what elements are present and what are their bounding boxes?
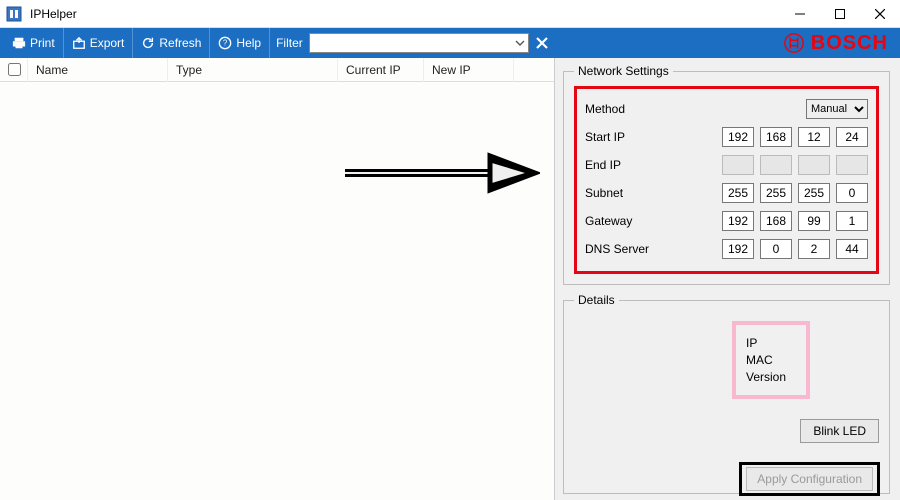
end-ip-oct1: [760, 155, 792, 175]
subnet-oct2[interactable]: [798, 183, 830, 203]
table-header: Name Type Current IP New IP: [0, 58, 554, 82]
method-label: Method: [585, 102, 705, 116]
dns-row: DNS Server: [585, 235, 868, 263]
app-icon: [4, 4, 24, 24]
start-ip-label: Start IP: [585, 130, 705, 144]
close-button[interactable]: [860, 0, 900, 28]
method-row: Method Manual: [585, 95, 868, 123]
svg-text:?: ?: [223, 39, 228, 48]
help-label: Help: [236, 36, 261, 50]
start-ip-oct1[interactable]: [760, 127, 792, 147]
end-ip-oct2: [798, 155, 830, 175]
col-new-ip[interactable]: New IP: [424, 58, 514, 82]
apply-highlight-box: Apply Configuration: [739, 462, 880, 496]
end-ip-label: End IP: [585, 158, 705, 172]
dns-oct1[interactable]: [760, 239, 792, 259]
subnet-oct3[interactable]: [836, 183, 868, 203]
close-icon: [535, 36, 549, 50]
window-title: IPHelper: [30, 7, 77, 21]
export-button[interactable]: Export: [64, 28, 134, 58]
select-all-checkbox[interactable]: [8, 63, 21, 76]
brand: BOSCH: [783, 32, 896, 55]
export-label: Export: [90, 36, 125, 50]
start-ip-oct3[interactable]: [836, 127, 868, 147]
print-icon: [12, 36, 26, 50]
print-label: Print: [30, 36, 55, 50]
end-ip-row: End IP: [585, 151, 868, 179]
gateway-oct2[interactable]: [798, 211, 830, 231]
refresh-icon: [141, 36, 155, 50]
filter-label: Filter: [276, 36, 303, 50]
subnet-label: Subnet: [585, 186, 705, 200]
dns-oct0[interactable]: [722, 239, 754, 259]
gateway-label: Gateway: [585, 214, 705, 228]
refresh-button[interactable]: Refresh: [133, 28, 210, 58]
gateway-oct0[interactable]: [722, 211, 754, 231]
network-highlight-box: Method Manual Start IP: [574, 86, 879, 274]
refresh-label: Refresh: [159, 36, 201, 50]
method-select[interactable]: Manual: [806, 99, 868, 119]
maximize-button[interactable]: [820, 0, 860, 28]
blink-led-button[interactable]: Blink LED: [800, 419, 879, 443]
apply-configuration-button[interactable]: Apply Configuration: [746, 467, 873, 491]
minimize-button[interactable]: [780, 0, 820, 28]
col-name[interactable]: Name: [28, 58, 168, 82]
help-icon: ?: [218, 36, 232, 50]
bosch-logo-icon: [783, 32, 805, 54]
details-version-label: Version: [746, 370, 796, 384]
toolbar: Print Export Refresh ? Help Filter BOSCH: [0, 28, 900, 58]
start-ip-oct0[interactable]: [722, 127, 754, 147]
start-ip-row: Start IP: [585, 123, 868, 151]
export-icon: [72, 36, 86, 50]
subnet-oct1[interactable]: [760, 183, 792, 203]
main: Name Type Current IP New IP Network Sett…: [0, 58, 900, 500]
start-ip-oct2[interactable]: [798, 127, 830, 147]
print-button[interactable]: Print: [4, 28, 64, 58]
network-settings-legend: Network Settings: [574, 64, 673, 78]
dns-oct2[interactable]: [798, 239, 830, 259]
details-highlight-box: IP MAC Version: [732, 321, 810, 399]
filter-input[interactable]: [309, 33, 529, 53]
subnet-row: Subnet: [585, 179, 868, 207]
col-check[interactable]: [0, 58, 28, 82]
help-button[interactable]: ? Help: [210, 28, 270, 58]
gateway-oct3[interactable]: [836, 211, 868, 231]
details-legend: Details: [574, 293, 619, 307]
subnet-oct0[interactable]: [722, 183, 754, 203]
gateway-oct1[interactable]: [760, 211, 792, 231]
chevron-down-icon[interactable]: [515, 33, 525, 53]
titlebar: IPHelper: [0, 0, 900, 28]
brand-wordmark: BOSCH: [811, 32, 888, 55]
arrow-annotation: [340, 148, 540, 198]
gateway-row: Gateway: [585, 207, 868, 235]
dns-oct3[interactable]: [836, 239, 868, 259]
network-settings-group: Network Settings Method Manual Start IP: [563, 64, 890, 285]
settings-pane: Network Settings Method Manual Start IP: [555, 58, 900, 500]
col-current-ip[interactable]: Current IP: [338, 58, 424, 82]
col-type[interactable]: Type: [168, 58, 338, 82]
end-ip-oct0: [722, 155, 754, 175]
end-ip-oct3: [836, 155, 868, 175]
device-table-pane: Name Type Current IP New IP: [0, 58, 555, 500]
details-ip-label: IP: [746, 336, 796, 350]
details-mac-label: MAC: [746, 353, 796, 367]
filter-clear-button[interactable]: [529, 30, 555, 56]
dns-label: DNS Server: [585, 242, 705, 256]
